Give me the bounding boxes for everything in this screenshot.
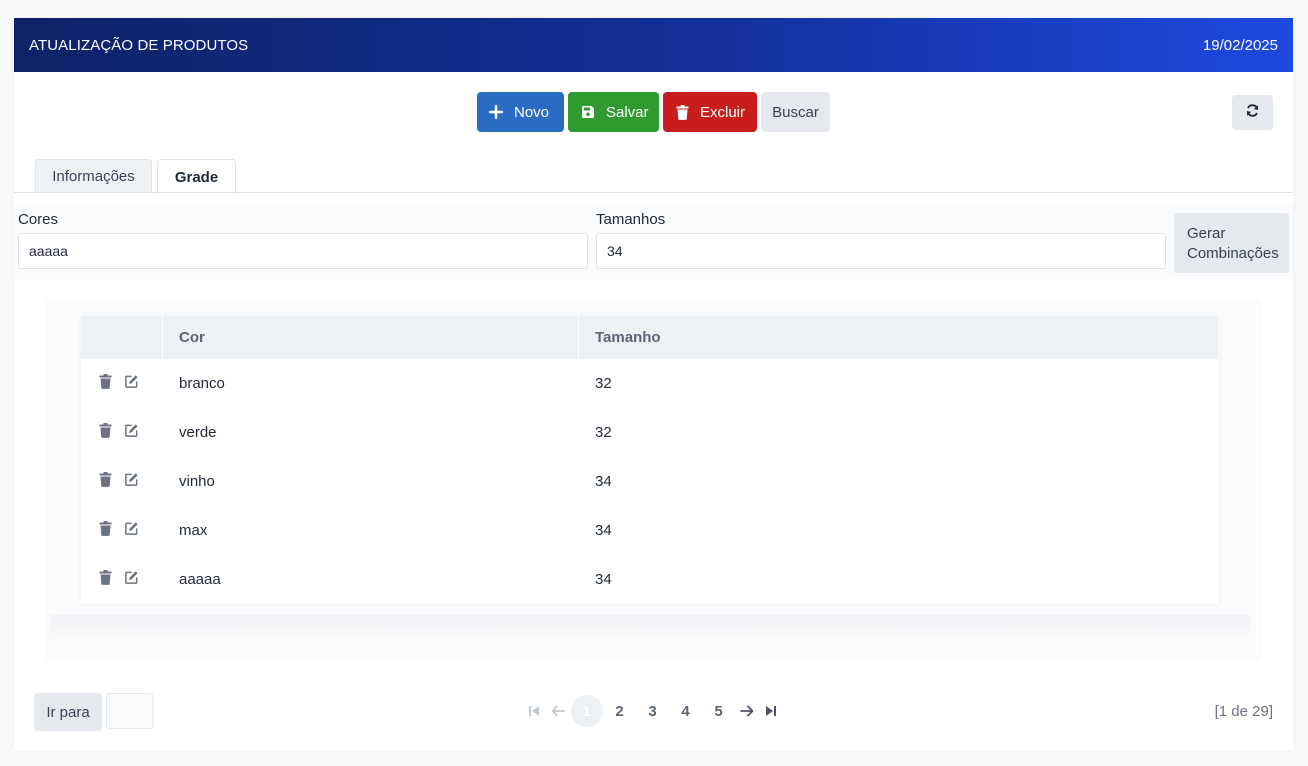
- page-info: [1 de 29]: [1214, 703, 1273, 720]
- page-title: ATUALIZAÇÃO DE PRODUTOS: [29, 36, 249, 54]
- page-1-button[interactable]: 1: [570, 695, 603, 727]
- gerar-label-line2: Combinações: [1187, 245, 1279, 262]
- gerar-combinacoes-button[interactable]: Gerar Combinações: [1174, 213, 1289, 273]
- edit-icon[interactable]: [124, 521, 139, 540]
- cor-cell: max: [179, 522, 208, 539]
- salvar-button-label: Salvar: [606, 103, 649, 121]
- ir-para-button[interactable]: Ir para: [34, 693, 102, 731]
- cores-input[interactable]: aaaaa: [18, 233, 588, 269]
- trash-icon[interactable]: [99, 423, 112, 442]
- row-actions: [81, 555, 163, 604]
- excluir-button[interactable]: Excluir: [663, 92, 757, 132]
- tamanho-cell: 32: [595, 375, 612, 392]
- tamanhos-label: Tamanhos: [596, 211, 666, 228]
- tab-informacoes[interactable]: Informações: [35, 159, 152, 193]
- cor-cell: verde: [179, 424, 217, 441]
- page-3-button[interactable]: 3: [637, 695, 669, 727]
- row-actions: [81, 457, 163, 506]
- row-actions: [81, 506, 163, 555]
- col-actions-header: [81, 316, 163, 359]
- col-tamanho-header[interactable]: Tamanho: [579, 316, 1219, 359]
- tab-bar: Informações Grade: [35, 159, 236, 194]
- trash-icon[interactable]: [99, 521, 112, 540]
- edit-icon[interactable]: [124, 423, 139, 442]
- last-page-icon[interactable]: [759, 694, 783, 728]
- first-page-icon[interactable]: [522, 694, 546, 728]
- cor-cell: aaaaa: [179, 571, 221, 588]
- paginator: 1 2 3 4 5: [522, 694, 783, 728]
- table-row: verde 32: [81, 408, 1219, 457]
- combinations-table: Cor Tamanho branco 32 verde 32 vinho 34 max 34 a…: [81, 316, 1219, 604]
- tamanho-cell: 34: [595, 522, 612, 539]
- page-4-button[interactable]: 4: [670, 695, 702, 727]
- table-row: max 34: [81, 506, 1219, 555]
- prev-page-icon[interactable]: [546, 694, 570, 728]
- excluir-button-label: Excluir: [700, 103, 746, 121]
- table-row: vinho 34: [81, 457, 1219, 506]
- tamanho-cell: 34: [595, 571, 612, 588]
- tamanhos-input[interactable]: 34: [596, 233, 1166, 269]
- plus-icon: [489, 105, 503, 119]
- main-card: ATUALIZAÇÃO DE PRODUTOS 19/02/2025 Novo …: [14, 18, 1293, 750]
- row-actions: [81, 408, 163, 457]
- table-header: Cor Tamanho: [81, 316, 1219, 359]
- edit-icon[interactable]: [124, 472, 139, 491]
- edit-icon[interactable]: [124, 570, 139, 589]
- gerar-label-line1: Gerar: [1187, 225, 1226, 242]
- refresh-button[interactable]: [1232, 95, 1273, 130]
- tamanho-cell: 34: [595, 473, 612, 490]
- novo-button[interactable]: Novo: [477, 92, 564, 132]
- save-icon: [581, 105, 595, 119]
- table-row: aaaaa 34: [81, 555, 1219, 604]
- header-date: 19/02/2025: [1202, 36, 1278, 54]
- page-header: ATUALIZAÇÃO DE PRODUTOS 19/02/2025: [14, 18, 1293, 72]
- trash-icon[interactable]: [99, 472, 112, 491]
- col-cor-header[interactable]: Cor: [163, 316, 579, 359]
- page-2-button[interactable]: 2: [604, 695, 636, 727]
- tamanho-cell: 32: [595, 424, 612, 441]
- edit-icon[interactable]: [124, 374, 139, 393]
- page-5-button[interactable]: 5: [703, 695, 735, 727]
- novo-button-label: Novo: [514, 103, 550, 121]
- salvar-button[interactable]: Salvar: [568, 92, 659, 132]
- grid-footer-shade: [50, 615, 1250, 643]
- trash-icon: [676, 104, 689, 120]
- tab-divider: [14, 192, 1293, 193]
- cor-cell: vinho: [179, 473, 215, 490]
- page-number-input[interactable]: [106, 693, 153, 729]
- cores-label: Cores: [18, 211, 59, 228]
- trash-icon[interactable]: [99, 374, 112, 393]
- refresh-icon: [1245, 103, 1260, 123]
- toolbar: Novo Salvar Excluir Buscar: [477, 92, 830, 132]
- trash-icon[interactable]: [99, 570, 112, 589]
- buscar-button[interactable]: Buscar: [761, 92, 830, 132]
- table-body: branco 32 verde 32 vinho 34 max 34 aaaaa 34: [81, 359, 1219, 604]
- row-actions: [81, 359, 163, 408]
- tab-grade[interactable]: Grade: [157, 159, 236, 194]
- cor-cell: branco: [179, 375, 225, 392]
- next-page-icon[interactable]: [735, 694, 759, 728]
- table-row: branco 32: [81, 359, 1219, 408]
